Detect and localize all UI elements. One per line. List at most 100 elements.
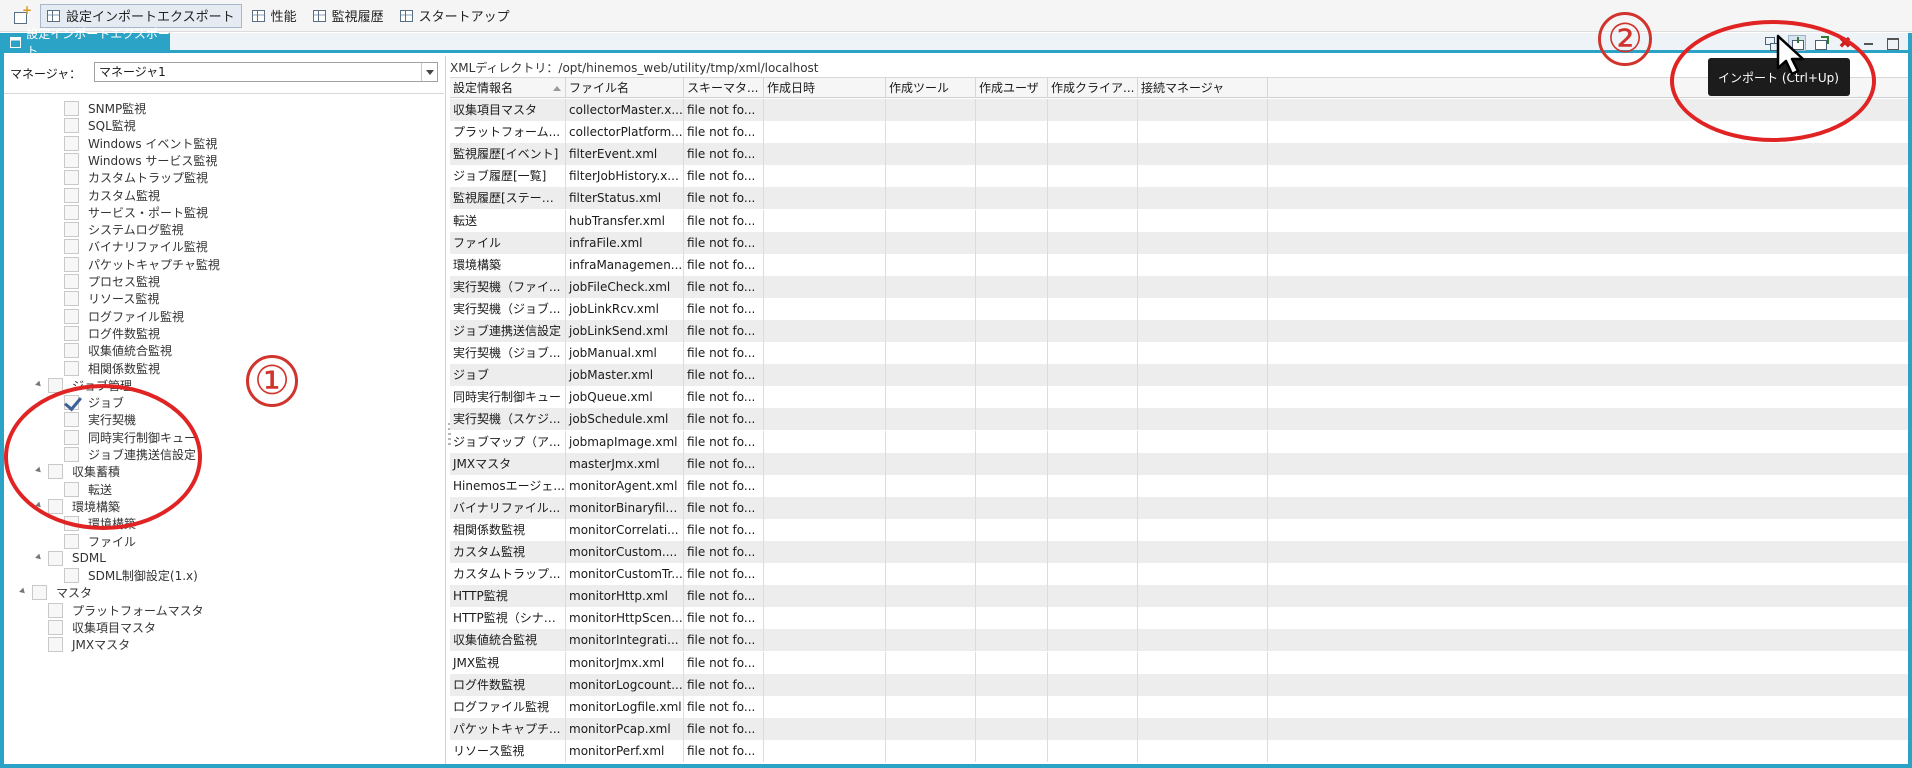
view-tab[interactable]: 設定インポートエクスポート	[4, 27, 170, 58]
tree-checkbox[interactable]	[48, 602, 63, 618]
tree-checkbox[interactable]	[64, 239, 79, 255]
table-row[interactable]: パケットキャプチ... monitorPcap.xml file not fo...	[450, 717, 1908, 740]
tree-checkbox[interactable]	[48, 550, 63, 566]
column-header[interactable]: 作成クライア...	[1048, 78, 1138, 98]
table-cell: 実行契機（ジョブ...	[450, 297, 566, 320]
tree-checkbox[interactable]	[64, 118, 79, 134]
tree-checkbox[interactable]	[64, 101, 79, 116]
table-cell: file not fo...	[684, 320, 764, 342]
table-cell	[1138, 209, 1268, 232]
table-row[interactable]: 収集値統合監視 monitorIntegrati... file not fo...	[450, 629, 1908, 652]
table-cell: file not fo...	[684, 275, 764, 298]
table-cell	[1048, 121, 1138, 144]
table-row[interactable]: HTTP監視（シナリ... monitorHttpScen... file not …	[450, 607, 1908, 630]
table-cell	[764, 629, 886, 652]
expander-icon[interactable]	[35, 553, 43, 562]
table-cell	[764, 563, 886, 586]
manager-select[interactable]: マネージャ1	[94, 62, 438, 82]
perspective-tab-1[interactable]: 性能	[246, 4, 303, 28]
minimize-icon[interactable]	[1860, 35, 1878, 51]
table-cell	[886, 297, 976, 320]
tree-checkbox[interactable]	[48, 620, 63, 635]
tree-checkbox[interactable]	[64, 256, 79, 272]
table-cell	[1048, 607, 1138, 630]
table-cell: filterStatus.xml	[566, 187, 684, 210]
tree-checkbox[interactable]	[32, 585, 47, 601]
tree-checkbox[interactable]	[64, 135, 79, 151]
tree-checkbox[interactable]	[64, 170, 79, 186]
table-row[interactable]: 実行契機（ジョブ... jobLinkRcv.xml file not fo...	[450, 297, 1908, 320]
table-row[interactable]: ジョブマップ（ア... jobmapImage.xml file not fo...	[450, 430, 1908, 453]
table-cell	[1138, 342, 1268, 365]
column-header[interactable]: ファイル名	[566, 78, 684, 98]
table-row[interactable]: ログ件数監視 monitorLogcount... file not fo...	[450, 673, 1908, 696]
tree-checkbox[interactable]	[64, 325, 79, 341]
perspective-tab-3[interactable]: スタートアップ	[394, 4, 516, 28]
table-row[interactable]: 監視履歴[イベント] filterEvent.xml file not fo...	[450, 143, 1908, 166]
maximize-icon[interactable]	[1884, 35, 1902, 51]
column-header[interactable]: 作成日時	[764, 78, 886, 98]
table-row[interactable]: ジョブ jobMaster.xml file not fo...	[450, 364, 1908, 387]
tree-checkbox[interactable]	[64, 343, 79, 359]
table-row[interactable]: JMXマスタ masterJmx.xml file not fo...	[450, 452, 1908, 475]
view-icon	[10, 36, 22, 48]
table-row[interactable]: ログファイル監視 monitorLogfile.xml file not fo...	[450, 695, 1908, 718]
table-row[interactable]: 実行契機（スケジ... jobSchedule.xml file not fo...	[450, 408, 1908, 431]
tree-item[interactable]: JMXマスタ	[48, 634, 130, 655]
table-row[interactable]: 相関係数監視 monitorCorrelati... file not fo...	[450, 518, 1908, 541]
tree-checkbox[interactable]	[64, 360, 79, 376]
table-row[interactable]: 実行契機（ファイ... jobFileCheck.xml file not fo..…	[450, 275, 1908, 298]
table-cell	[1048, 231, 1138, 254]
table-row[interactable]: カスタム監視 monitorCustom.... file not fo...	[450, 541, 1908, 563]
perspective-tab-0[interactable]: 設定インポートエクスポート	[40, 3, 242, 28]
table-row[interactable]: バイナリファイル... monitorBinaryfile... file not …	[450, 496, 1908, 519]
expander-icon[interactable]	[19, 588, 27, 596]
table-row[interactable]: 転送 hubTransfer.xml file not fo...	[450, 209, 1908, 232]
perspective-tab-label: 性能	[270, 10, 297, 25]
table-row[interactable]: 実行契機（ジョブ... jobManual.xml file not fo...	[450, 342, 1908, 365]
table-row[interactable]: リソース監視 monitorPerf.xml file not fo...	[450, 739, 1908, 762]
table-cell	[764, 165, 886, 188]
column-header[interactable]: 作成ツール	[886, 78, 976, 98]
tree-checkbox[interactable]	[48, 637, 63, 653]
table-cell	[976, 607, 1048, 630]
tree-checkbox[interactable]	[64, 291, 79, 307]
table-cell	[1048, 386, 1138, 409]
table-cell	[886, 231, 976, 254]
table-row[interactable]: ジョブ連携送信設定 jobLinkSend.xml file not fo...	[450, 320, 1908, 342]
table-cell: 収集項目マスタ	[450, 99, 566, 121]
column-header[interactable]: 作成ユーザ	[976, 78, 1048, 98]
tree-checkbox[interactable]	[64, 308, 79, 324]
column-header[interactable]: 設定情報名	[450, 78, 566, 98]
table-row[interactable]: カスタムトラップ... monitorCustomTr... file not fo…	[450, 563, 1908, 586]
expander-icon[interactable]	[35, 380, 43, 389]
table-row[interactable]: 同時実行制御キュー jobQueue.xml file not fo...	[450, 386, 1908, 409]
chevron-down-icon[interactable]	[421, 63, 437, 81]
column-header[interactable]: スキーマタ...	[684, 78, 764, 98]
tree-checkbox[interactable]	[64, 152, 79, 168]
table-row[interactable]: 監視履歴[ステータ... filterStatus.xml file not fo.…	[450, 187, 1908, 210]
table-cell: 実行契機（ジョブ...	[450, 342, 566, 365]
table-row[interactable]: ファイル infraFile.xml file not fo...	[450, 231, 1908, 254]
tree-checkbox[interactable]	[64, 274, 79, 289]
table-cell	[764, 452, 886, 475]
table-row[interactable]: Hinemosエージェ... monitorAgent.xml file not f…	[450, 474, 1908, 497]
table-cell	[886, 386, 976, 409]
perspective-tab-2[interactable]: 監視履歴	[307, 4, 390, 28]
column-header[interactable]: 接続マネージャ	[1138, 78, 1268, 98]
tree-checkbox[interactable]	[64, 204, 79, 220]
table-cell: 収集値統合監視	[450, 629, 566, 652]
tree-checkbox[interactable]	[64, 533, 79, 549]
tree-checkbox[interactable]	[64, 568, 79, 584]
table-row[interactable]: プラットフォーム... collectorPlatform... file not …	[450, 121, 1908, 144]
table-cell	[764, 99, 886, 121]
table-row[interactable]: ジョブ履歴[一覧] filterJobHistory.x... file not f…	[450, 165, 1908, 188]
tree-checkbox[interactable]	[64, 222, 79, 238]
table-cell	[764, 518, 886, 541]
table-row[interactable]: HTTP監視 monitorHttp.xml file not fo...	[450, 585, 1908, 608]
open-perspective-icon[interactable]	[12, 3, 32, 25]
table-row[interactable]: 環境構築 infraManagemen... file not fo...	[450, 253, 1908, 276]
table-row[interactable]: JMX監視 monitorJmx.xml file not fo...	[450, 651, 1908, 674]
table-cell: ジョブマップ（ア...	[450, 430, 566, 453]
tree-checkbox[interactable]	[64, 187, 79, 203]
